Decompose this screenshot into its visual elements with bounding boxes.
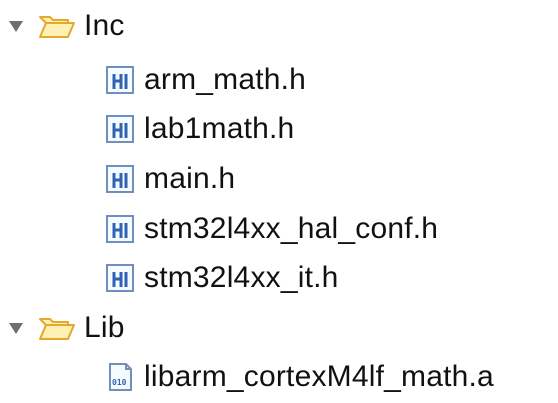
tree-item-file[interactable]: lab1math.h [104,103,294,155]
open-folder-icon [38,12,76,40]
tree-item-inc-folder[interactable]: Inc [6,0,125,52]
header-file-icon [104,262,136,294]
svg-text:010: 010 [112,378,127,387]
open-folder-icon [38,314,76,342]
header-file-icon [104,163,136,195]
triangle-down-icon[interactable] [6,318,26,338]
tree-item-file[interactable]: arm_math.h [104,54,306,106]
header-file-icon [104,64,136,96]
tree-item-lib-folder[interactable]: Lib [6,302,125,354]
tree-item-file[interactable]: stm32l4xx_hal_conf.h [104,203,438,255]
file-label: arm_math.h [144,63,307,96]
file-label: main.h [144,162,236,195]
folder-label: Inc [84,9,125,42]
binary-file-icon: 010 [104,361,136,393]
file-label: stm32l4xx_it.h [144,261,339,294]
tree-item-file[interactable]: stm32l4xx_it.h [104,252,339,304]
folder-label: Lib [84,311,125,344]
project-explorer-tree: Inc arm_math.h lab1math.h main.h stm32l4… [0,0,558,402]
header-file-icon [104,213,136,245]
file-label: lab1math.h [144,112,295,145]
tree-item-file[interactable]: main.h [104,153,235,205]
file-label: stm32l4xx_hal_conf.h [144,212,439,245]
header-file-icon [104,113,136,145]
tree-item-file[interactable]: 010 libarm_cortexM4lf_math.a [104,351,494,403]
file-label: libarm_cortexM4lf_math.a [144,360,494,393]
triangle-down-icon[interactable] [6,16,26,36]
